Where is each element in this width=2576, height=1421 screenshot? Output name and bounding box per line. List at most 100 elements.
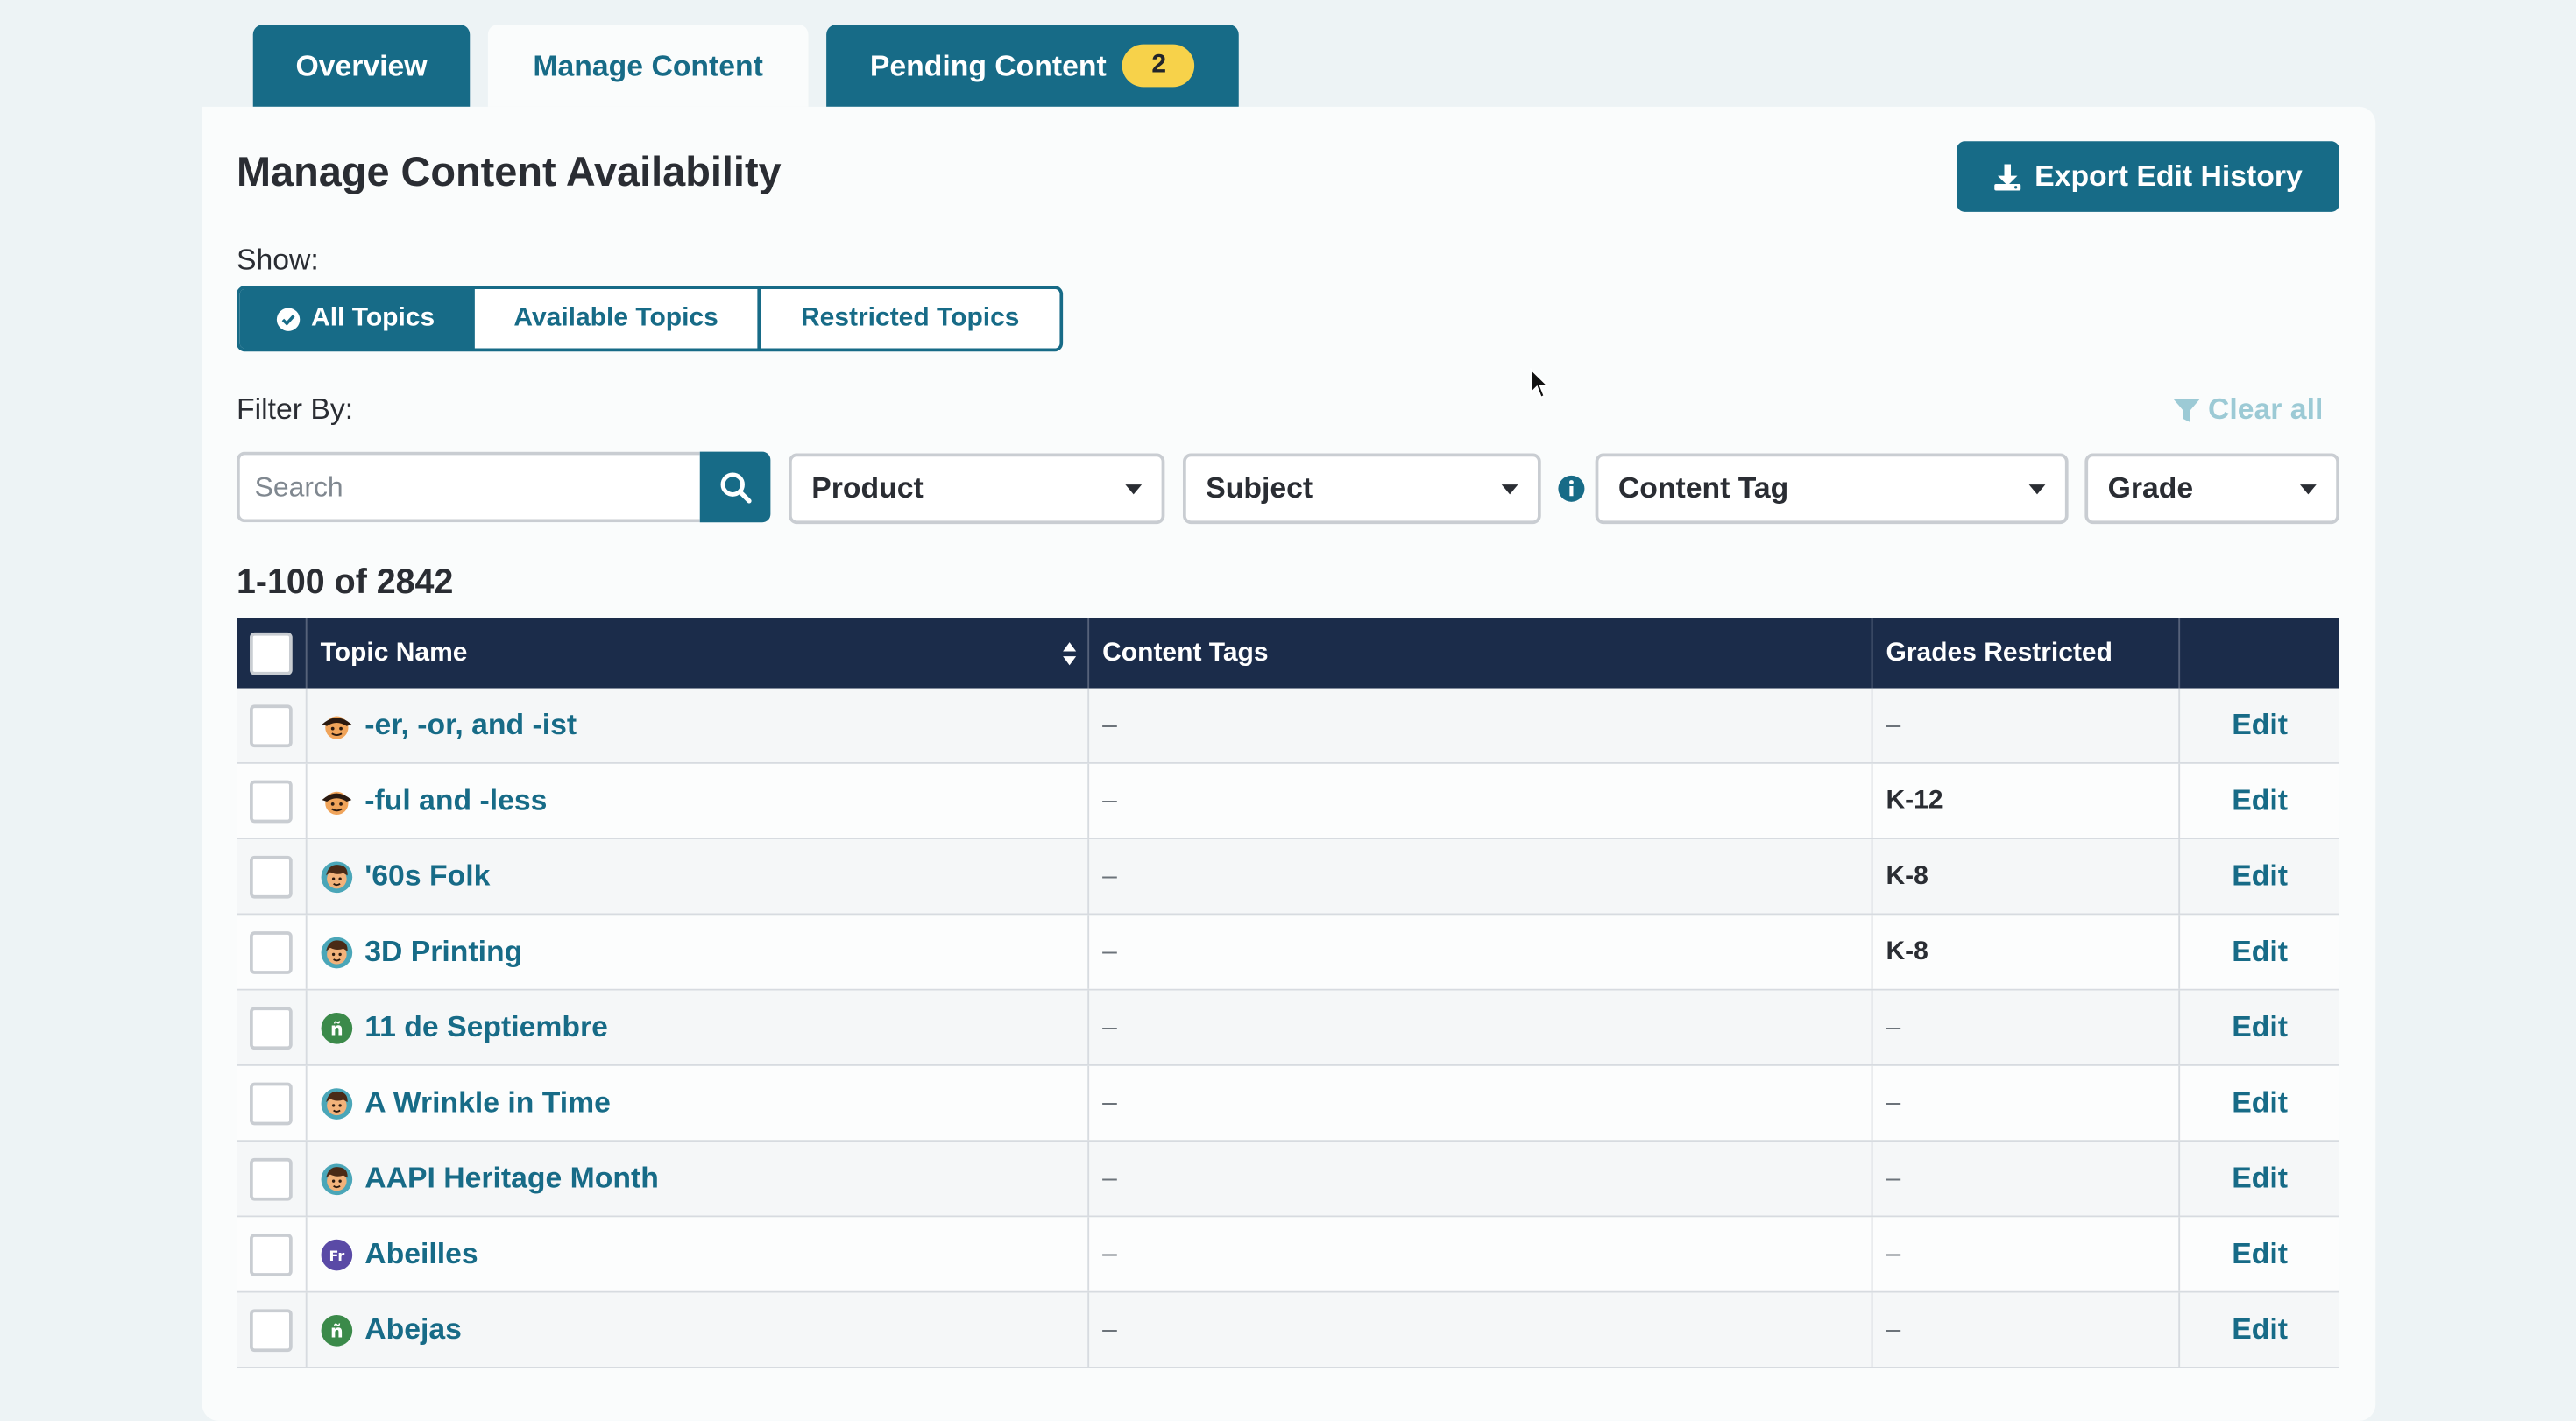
row-select-cell <box>237 839 308 914</box>
page-title: Manage Content Availability <box>237 149 782 196</box>
grades-restricted-cell: K-8 <box>1873 915 2181 989</box>
table-row: A Wrinkle in Time – – Edit <box>237 1065 2339 1142</box>
jr-avatar-icon <box>322 790 352 815</box>
chevron-down-icon <box>2028 484 2046 494</box>
row-checkbox[interactable] <box>250 1308 293 1352</box>
grades-restricted-value: – <box>1886 1088 1901 1117</box>
row-checkbox[interactable] <box>250 703 293 747</box>
topic-name-link[interactable]: A Wrinkle in Time <box>364 1085 611 1120</box>
search-box <box>237 451 771 523</box>
row-checkbox[interactable] <box>250 1233 293 1276</box>
grades-restricted-value: K-8 <box>1886 937 1928 965</box>
product-dropdown[interactable]: Product <box>789 453 1165 525</box>
svg-text:ñ: ñ <box>330 1319 343 1340</box>
edit-link[interactable]: Edit <box>2232 1085 2288 1120</box>
content-tags-value: – <box>1102 1012 1117 1041</box>
content-tags-cell: – <box>1089 990 1873 1064</box>
actions-cell: Edit <box>2180 915 2339 988</box>
content-tags-cell: – <box>1089 1292 1873 1367</box>
grade-dropdown[interactable]: Grade <box>2084 453 2339 525</box>
topic-name-link[interactable]: AAPI Heritage Month <box>364 1162 659 1196</box>
tab-pending-content-label: Pending Content <box>869 48 1107 81</box>
edit-link[interactable]: Edit <box>2232 1237 2288 1271</box>
row-select-cell <box>237 1142 308 1216</box>
result-count: 1-100 of 2842 <box>237 563 454 602</box>
actions-cell: Edit <box>2180 764 2339 838</box>
topic-name-link[interactable]: -er, -or, and -ist <box>364 708 577 742</box>
edit-link[interactable]: Edit <box>2232 1162 2288 1196</box>
content-tags-value: – <box>1102 1314 1117 1343</box>
show-label: Show: <box>237 243 319 277</box>
check-circle-icon <box>277 307 301 330</box>
pending-count-badge: 2 <box>1122 44 1196 88</box>
edit-link[interactable]: Edit <box>2232 1312 2288 1347</box>
edit-link[interactable]: Edit <box>2232 935 2288 969</box>
download-icon <box>1995 163 2022 190</box>
search-input[interactable] <box>237 451 700 523</box>
table-row: ñ 11 de Septiembre – – Edit <box>237 990 2339 1066</box>
export-edit-history-button[interactable]: Export Edit History <box>1957 141 2339 212</box>
tab-overview[interactable]: Overview <box>252 25 471 107</box>
topic-name-link[interactable]: 11 de Septiembre <box>364 1010 608 1044</box>
actions-cell: Edit <box>2180 1293 2339 1367</box>
restricted-topics-button[interactable]: Restricted Topics <box>761 289 1060 349</box>
product-dropdown-label: Product <box>811 471 924 505</box>
table-header: Topic Name Content Tags Grades Restricte… <box>237 618 2339 689</box>
topic-name-link[interactable]: Abeilles <box>364 1237 478 1271</box>
row-select-cell <box>237 688 308 762</box>
content-tag-dropdown-label: Content Tag <box>1617 471 1789 505</box>
sort-icon[interactable] <box>1061 640 1078 666</box>
row-select-cell <box>237 1292 308 1367</box>
tab-pending-content[interactable]: Pending Content 2 <box>826 25 1239 107</box>
header-topic-name[interactable]: Topic Name <box>308 618 1090 689</box>
edit-link[interactable]: Edit <box>2232 1010 2288 1044</box>
grades-restricted-value: K-8 <box>1886 861 1928 890</box>
edit-link[interactable]: Edit <box>2232 783 2288 817</box>
clear-all-filters-button[interactable]: Clear all <box>2172 392 2324 427</box>
spanish-avatar-icon: ñ <box>321 1314 353 1346</box>
row-checkbox[interactable] <box>250 930 293 973</box>
row-checkbox[interactable] <box>250 779 293 823</box>
subject-dropdown[interactable]: Subject <box>1183 453 1541 525</box>
mouse-cursor-icon <box>1530 368 1550 399</box>
edit-link[interactable]: Edit <box>2232 708 2288 742</box>
grades-restricted-value: – <box>1886 1163 1901 1192</box>
topic-name-cell: -ful and -less <box>308 763 1090 838</box>
edit-link[interactable]: Edit <box>2232 859 2288 894</box>
topic-name-link[interactable]: '60s Folk <box>364 859 490 894</box>
topic-name-link[interactable]: Abejas <box>364 1312 462 1347</box>
row-checkbox[interactable] <box>250 1006 293 1050</box>
grades-restricted-value: – <box>1886 1239 1901 1268</box>
all-topics-button[interactable]: All Topics <box>239 289 475 349</box>
row-select-cell <box>237 990 308 1064</box>
actions-cell: Edit <box>2180 1066 2339 1140</box>
row-checkbox[interactable] <box>250 854 293 898</box>
row-checkbox[interactable] <box>250 1156 293 1200</box>
select-all-checkbox[interactable] <box>250 631 293 675</box>
topic-name-cell: '60s Folk <box>308 839 1090 914</box>
topic-name-cell: ñ Abejas <box>308 1292 1090 1367</box>
tab-bar: Overview Manage Content Pending Content … <box>252 25 1239 107</box>
info-icon[interactable] <box>1558 475 1586 503</box>
spanish-avatar-icon: ñ <box>321 1012 353 1043</box>
header-grades-restricted-label: Grades Restricted <box>1886 638 2112 667</box>
row-select-cell <box>237 763 308 838</box>
all-topics-label: All Topics <box>311 303 435 332</box>
content-tags-value: – <box>1102 937 1117 965</box>
content-tags-value: – <box>1102 786 1117 815</box>
content-tag-dropdown[interactable]: Content Tag <box>1595 453 2069 525</box>
search-button[interactable] <box>699 451 771 523</box>
chevron-down-icon <box>1501 484 1518 494</box>
topic-name-cell: AAPI Heritage Month <box>308 1142 1090 1216</box>
topic-name-cell: -er, -or, and -ist <box>308 688 1090 762</box>
content-tags-cell: – <box>1089 1065 1873 1141</box>
clear-all-label: Clear all <box>2208 392 2324 426</box>
grades-restricted-value: – <box>1886 1314 1901 1343</box>
topic-name-link[interactable]: 3D Printing <box>364 935 522 969</box>
tab-manage-content[interactable]: Manage Content <box>487 25 809 107</box>
content-tags-cell: – <box>1089 688 1873 762</box>
svg-text:ñ: ñ <box>330 1017 343 1038</box>
topic-name-link[interactable]: -ful and -less <box>364 783 547 817</box>
row-checkbox[interactable] <box>250 1081 293 1125</box>
available-topics-button[interactable]: Available Topics <box>474 289 761 349</box>
